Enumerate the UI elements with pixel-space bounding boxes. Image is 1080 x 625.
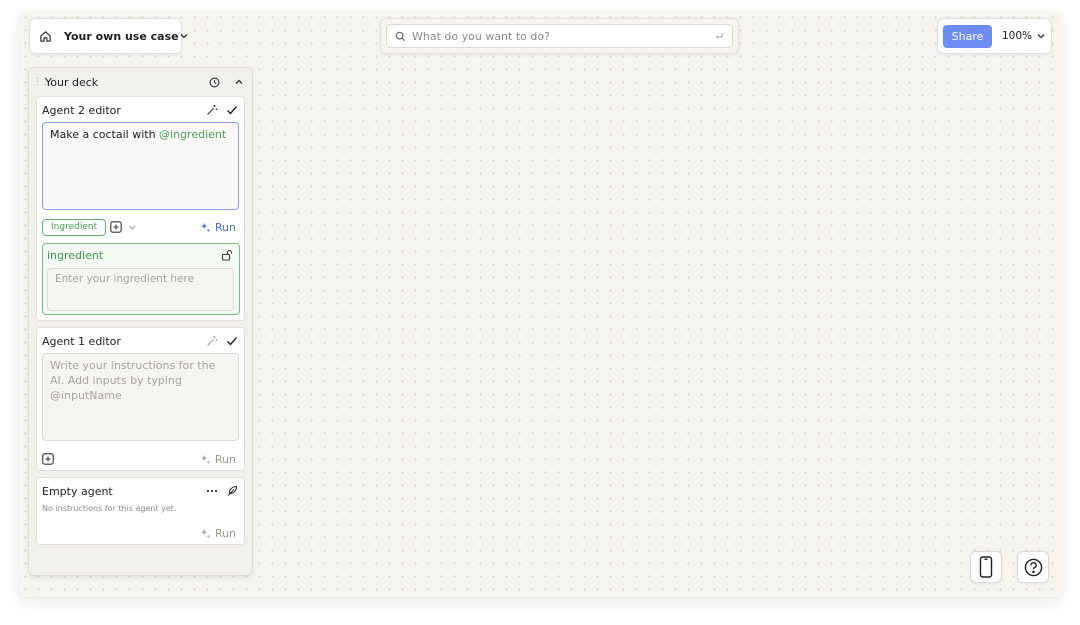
more-icon[interactable] [206,485,218,497]
chevron-down-icon[interactable] [128,223,137,232]
run-button[interactable]: Run [200,453,236,466]
chevron-down-icon [179,31,189,41]
drag-handle-icon[interactable]: ⋮⋮ [33,77,50,86]
magic-wand-icon[interactable] [206,104,218,116]
agent-title: Empty agent [42,484,113,498]
check-icon[interactable] [226,335,238,347]
deck-panel: ⋮⋮ Your deck Agent 2 editor Make a cocta… [28,67,253,576]
prompt-editor[interactable]: Make a coctail with @ingredient [42,122,239,210]
empty-note: No instructions for this agent yet. [42,504,177,513]
prompt-text: Make a coctail with [50,128,160,141]
run-label: Run [214,452,236,466]
usecase-label: Your own use case [64,29,179,43]
plus-square-icon[interactable] [110,221,122,233]
search-bar: What do you want to do? [380,18,739,54]
share-toolbar: Share 100% [937,18,1052,54]
unlock-icon[interactable] [221,249,233,261]
magic-wand-icon[interactable] [206,335,218,347]
search-input[interactable]: What do you want to do? [386,24,733,48]
search-icon [395,31,406,42]
agent-controls: Run [42,524,236,542]
agent-title: Agent 1 editor [42,334,121,348]
sparkle-icon [200,528,211,539]
run-label: Run [214,220,236,234]
agent-controls: Run [42,450,236,468]
run-button[interactable]: Run [200,527,236,540]
agent-card-agent-1: Agent 1 editor Write your instructions f… [36,327,245,471]
feather-icon[interactable] [226,485,238,497]
agent-header: Agent 1 editor [42,333,238,349]
agent-card-empty: Empty agent No instructions for this age… [36,477,245,545]
phone-icon [979,556,993,578]
sparkle-icon [200,222,211,233]
input-card-ingredient: ingredient Enter your ingredient here [42,243,240,315]
help-button[interactable] [1017,551,1049,583]
prompt-editor[interactable]: Write your instructions for the AI. Add … [42,353,239,441]
deck-header: ⋮⋮ Your deck [29,68,252,96]
sparkle-icon [200,454,211,465]
input-name: ingredient [47,249,104,262]
search-placeholder: What do you want to do? [412,29,550,43]
run-label: Run [214,526,236,540]
history-icon[interactable] [209,77,220,88]
plus-square-icon[interactable] [42,453,54,465]
zoom-label: 100% [1001,30,1032,42]
run-button[interactable]: Run [200,221,236,234]
input-chip[interactable]: Ingredient [42,218,107,236]
enter-icon [714,31,724,41]
chevron-up-icon[interactable] [234,77,244,87]
deck-title: Your deck [45,75,99,89]
check-icon[interactable] [226,104,238,116]
share-button[interactable]: Share [943,24,992,48]
usecase-selector[interactable]: Your own use case [29,18,188,54]
home-icon [39,30,52,43]
zoom-selector[interactable]: 100% [1002,30,1046,42]
agent-header: Agent 2 editor [42,102,238,118]
prompt-mention: @ingredient [159,128,227,141]
agent-header: Empty agent [42,483,238,499]
agent-title: Agent 2 editor [42,103,121,117]
mobile-preview-button[interactable] [970,551,1002,583]
help-icon [1024,558,1043,577]
ingredient-input[interactable]: Enter your ingredient here [47,268,234,311]
chevron-down-icon [1036,31,1046,41]
agent-controls: Ingredient Run [42,218,236,236]
agent-card-agent-2: Agent 2 editor Make a coctail with @ingr… [36,96,245,321]
